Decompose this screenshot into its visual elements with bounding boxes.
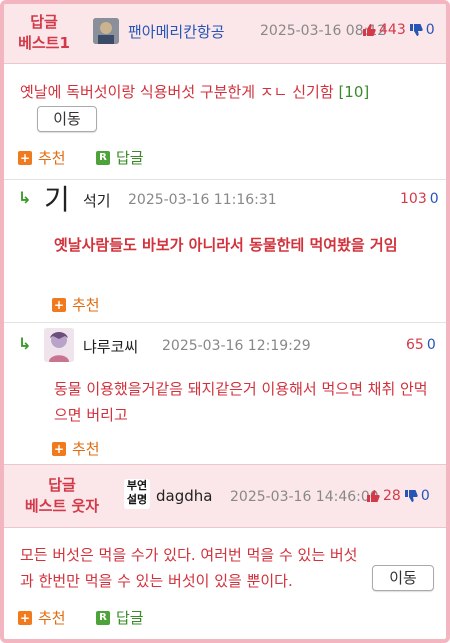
best-badge-line1: 답글 — [30, 13, 58, 31]
thumb-down-icon[interactable] — [404, 489, 418, 503]
avatar-text-line2: 설명 — [126, 493, 148, 506]
thumb-up-icon[interactable] — [362, 23, 376, 37]
thumb-up-icon[interactable] — [366, 489, 380, 503]
downvote-count: 0 — [429, 191, 439, 207]
upvote-count: 28 — [383, 488, 401, 504]
comment-date: 2025-03-16 14:46:00 — [230, 489, 379, 505]
comment-date: 2025-03-16 12:19:29 — [162, 338, 311, 354]
comment-text: 모든 버섯은 먹을 수가 있다. 여러번 먹을 수 있는 버섯과 한번만 먹을 … — [20, 546, 358, 590]
comment-text: 옛날사람들도 바보가 아니라서 동물한테 먹여봤을 거임 — [54, 236, 398, 254]
vote-box: 103 0 — [400, 191, 439, 207]
avatar-text-line1: 부연 — [126, 479, 148, 492]
vote-box: 443 0 — [362, 22, 435, 38]
comment-text: 옛날에 독버섯이랑 식용버섯 구분한게 ㅈㄴ 신기함 [10] — [20, 79, 440, 105]
divider — [4, 322, 446, 323]
best-comment-header: 답글 베스트1 팬아메리칸항공 2025-03-16 08:12 443 0 — [4, 4, 446, 64]
nickname-link[interactable]: 팬아메리칸항공 — [128, 21, 225, 42]
avatar[interactable] — [93, 18, 119, 44]
reply-count[interactable]: [10] — [338, 83, 369, 101]
recommend-label: 추천 — [38, 609, 66, 627]
comment-text: 동물 이용했을거같음 돼지같은거 이용해서 먹으면 채취 안먹으면 버리고 — [54, 380, 428, 424]
move-button[interactable]: 이동 — [37, 106, 97, 132]
reply-label: 답글 — [116, 609, 144, 627]
upvote-count: 65 — [406, 337, 424, 353]
comment-date: 2025-03-16 11:16:31 — [128, 192, 277, 208]
downvote-count: 0 — [420, 488, 430, 504]
best-badge: 답글 베스트1 — [14, 12, 74, 54]
upvote-count: 443 — [379, 22, 406, 38]
plus-icon: + — [18, 150, 32, 165]
upvote-count: 103 — [400, 191, 427, 207]
vote-box: 28 0 — [366, 488, 430, 504]
reply-r-icon: R — [96, 610, 110, 625]
vote-box: 65 0 — [406, 337, 436, 353]
recommend-button[interactable]: + 추천 — [18, 147, 66, 168]
best-badge-line1: 답글 — [48, 476, 76, 494]
plus-icon: + — [52, 297, 66, 312]
best-badge-line2: 베스트 웃자 — [24, 497, 100, 515]
recommend-button[interactable]: + 추천 — [52, 438, 100, 459]
best-badge-line2: 베스트1 — [18, 34, 70, 52]
comment-list: 답글 베스트1 팬아메리칸항공 2025-03-16 08:12 443 0 옛… — [0, 0, 450, 643]
avatar-image — [44, 328, 74, 362]
recommend-label: 추천 — [38, 149, 66, 167]
thumb-down-icon[interactable] — [409, 23, 423, 37]
reply-arrow-icon: ↳ — [18, 334, 32, 353]
reply-button[interactable]: R 답글 — [96, 607, 144, 628]
comment-body: 옛날에 독버섯이랑 식용버섯 구분한게 ㅈㄴ 신기함 — [20, 83, 334, 101]
recommend-button[interactable]: + 추천 — [18, 607, 66, 628]
recommend-label: 추천 — [72, 296, 100, 314]
plus-icon: + — [52, 441, 66, 456]
reply-button[interactable]: R 답글 — [96, 147, 144, 168]
divider — [4, 179, 446, 180]
reply-label: 답글 — [116, 149, 144, 167]
nickname-link[interactable]: 석기 — [83, 190, 111, 211]
best-comment-header: 답글 베스트 웃자 부연 설명 dagdha 2025-03-16 14:46:… — [4, 464, 446, 528]
nickname-link[interactable]: 냐루코씨 — [83, 336, 138, 357]
avatar[interactable] — [44, 328, 74, 362]
avatar[interactable]: 기 — [44, 184, 74, 216]
reply-arrow-icon: ↳ — [18, 188, 32, 207]
downvote-count: 0 — [425, 22, 435, 38]
move-button[interactable]: 이동 — [372, 565, 434, 591]
best-badge: 답글 베스트 웃자 — [10, 475, 114, 517]
nickname-link[interactable]: dagdha — [156, 487, 212, 505]
reply-r-icon: R — [96, 150, 110, 165]
recommend-button[interactable]: + 추천 — [52, 294, 100, 315]
recommend-label: 추천 — [72, 440, 100, 458]
plus-icon: + — [18, 610, 32, 625]
avatar-image — [93, 18, 119, 44]
avatar[interactable]: 부연 설명 — [124, 479, 150, 509]
downvote-count: 0 — [426, 337, 436, 353]
